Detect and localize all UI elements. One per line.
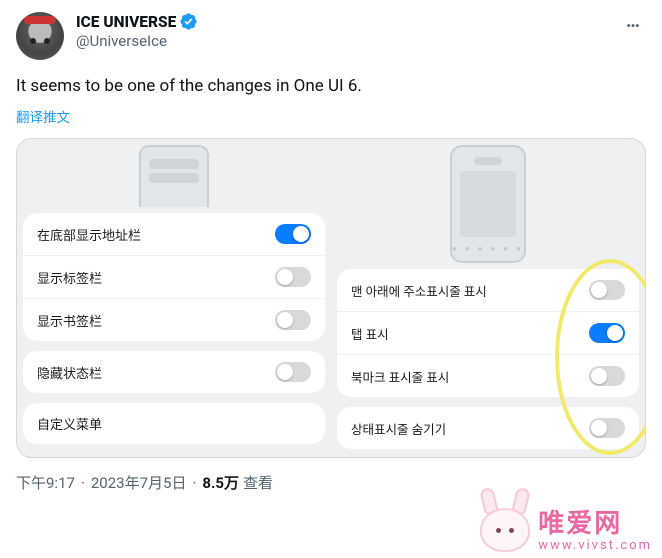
- verified-badge-icon: [179, 12, 198, 31]
- phone-mock-icon: [139, 145, 209, 207]
- row-label: 隐藏状态栏: [37, 363, 102, 382]
- separator: ·: [79, 474, 87, 492]
- translate-link[interactable]: 翻译推文: [16, 106, 646, 126]
- tweet-container: ICE UNIVERSE @UniverseIce … It seems to …: [0, 0, 662, 505]
- settings-group: 自定义菜单: [23, 403, 325, 444]
- row-label: 북마크 표시줄 표시: [351, 367, 449, 386]
- settings-group: 상태표시줄 숨기기: [337, 407, 639, 449]
- display-name[interactable]: ICE UNIVERSE: [76, 13, 176, 31]
- toggle-switch[interactable]: [589, 323, 625, 343]
- row-label: 在底部显示地址栏: [37, 225, 141, 244]
- settings-row[interactable]: 显示书签栏: [23, 298, 325, 341]
- row-label: 自定义菜单: [37, 414, 102, 433]
- settings-row[interactable]: 맨 아래에 주소표시줄 표시: [337, 269, 639, 311]
- views-count: 8.5万: [202, 472, 239, 493]
- tweet-header: ICE UNIVERSE @UniverseIce …: [16, 12, 646, 60]
- watermark-text: 唯爱网: [538, 511, 652, 537]
- settings-row[interactable]: 显示标签栏: [23, 255, 325, 298]
- row-label: 显示标签栏: [37, 268, 102, 287]
- tweet-time[interactable]: 下午9:17: [16, 472, 75, 493]
- settings-row[interactable]: 自定义菜单: [23, 403, 325, 444]
- toggle-switch[interactable]: [275, 362, 311, 382]
- row-label: 탭 표시: [351, 324, 389, 343]
- settings-group: 맨 아래에 주소표시줄 표시 탭 표시 북마크 표시줄 표시: [337, 269, 639, 397]
- user-names: ICE UNIVERSE @UniverseIce: [76, 12, 622, 50]
- toggle-switch[interactable]: [275, 267, 311, 287]
- settings-panel-right: ● ● ● ● ● ● 맨 아래에 주소표시줄 표시 탭 표시 북마크 표시줄 …: [331, 139, 645, 457]
- tweet-text: It seems to be one of the changes in One…: [16, 74, 646, 98]
- phone-mock-icon: ● ● ● ● ● ●: [450, 145, 526, 263]
- settings-group: 隐藏状态栏: [23, 351, 325, 393]
- settings-row[interactable]: 在底部显示地址栏: [23, 213, 325, 255]
- settings-row[interactable]: 북마크 표시줄 표시: [337, 354, 639, 397]
- row-label: 显示书签栏: [37, 311, 102, 330]
- tweet-date[interactable]: 2023年7月5日: [91, 472, 187, 493]
- avatar[interactable]: [16, 12, 64, 60]
- settings-group: 在底部显示地址栏 显示标签栏 显示书签栏: [23, 213, 325, 341]
- row-label: 상태표시줄 숨기기: [351, 419, 446, 438]
- toggle-switch[interactable]: [589, 280, 625, 300]
- toggle-switch[interactable]: [589, 366, 625, 386]
- toggle-switch[interactable]: [275, 224, 311, 244]
- user-handle[interactable]: @UniverseIce: [76, 32, 622, 50]
- separator: ·: [190, 474, 198, 492]
- toggle-switch[interactable]: [589, 418, 625, 438]
- tweet-meta: 下午9:17 · 2023年7月5日 · 8.5万 查看: [16, 472, 646, 493]
- settings-row[interactable]: 隐藏状态栏: [23, 351, 325, 393]
- settings-panel-left: 在底部显示地址栏 显示标签栏 显示书签栏 隐藏状态栏: [17, 139, 331, 457]
- views-label: 查看: [243, 472, 273, 493]
- watermark-url: www.vivst.com: [538, 539, 652, 552]
- embedded-image[interactable]: 在底部显示地址栏 显示标签栏 显示书签栏 隐藏状态栏: [16, 138, 646, 458]
- more-button[interactable]: …: [622, 12, 646, 30]
- settings-row[interactable]: 탭 표시: [337, 311, 639, 354]
- row-label: 맨 아래에 주소표시줄 표시: [351, 281, 487, 300]
- toggle-switch[interactable]: [275, 310, 311, 330]
- settings-row[interactable]: 상태표시줄 숨기기: [337, 407, 639, 449]
